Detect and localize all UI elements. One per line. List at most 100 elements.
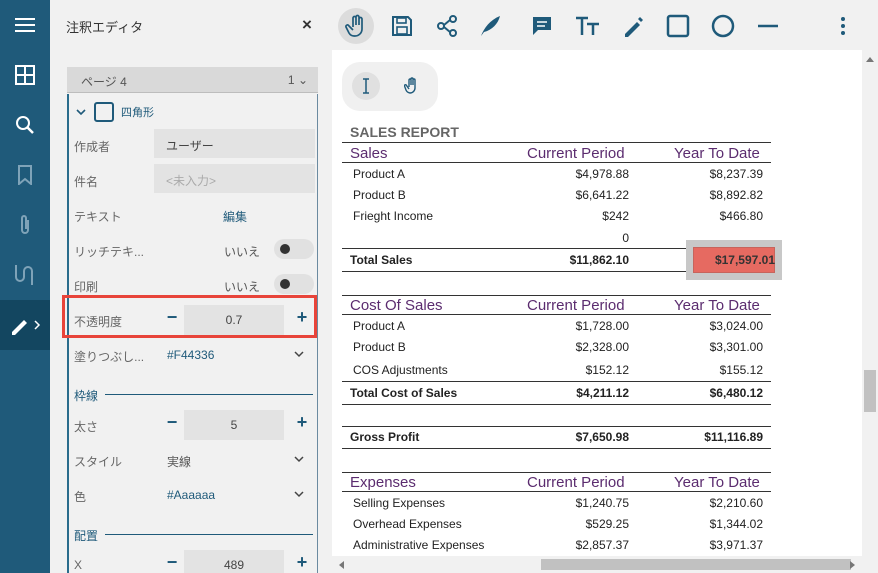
total-cos-current: $4,211.12 [576,386,629,400]
table-rule [342,162,771,163]
row-label: Frieght Income [353,209,434,223]
x-stepper: − 489 + [154,550,315,573]
print-toggle[interactable] [274,274,314,294]
row-label: Product A [353,319,406,333]
horizontal-scrollbar[interactable] [332,556,862,573]
save-icon[interactable] [384,8,420,44]
cos-header: Cost Of Sales [350,297,443,314]
hand-pan-icon[interactable] [398,72,426,100]
page-selector-label: ページ 4 [81,75,127,89]
circle-tool-icon[interactable] [705,8,741,44]
placement-section-header: 配置 [74,529,99,543]
width-increment-button[interactable]: + [292,412,312,433]
row-ytd: $466.80 [719,209,763,223]
attachment-icon[interactable] [0,200,50,250]
thumbnails-icon[interactable] [0,50,50,100]
text-select-icon[interactable] [352,72,380,100]
border-style-select[interactable]: 実線 [167,453,191,470]
x-input[interactable]: 489 [184,550,284,573]
annotation-editor-panel: 注釈エディタ × ページ 4 1 ⌄ 四角形 作成者 ユーザー 件名 <未入力>… [50,0,332,573]
table-rule [342,404,771,405]
document-viewer: SALES REPORT Sales Current Period Year T… [332,50,862,556]
annotation-edit-icon[interactable] [0,300,50,350]
scroll-right-icon [850,561,855,569]
menu-icon[interactable] [0,0,50,50]
richtext-value: いいえ [224,245,261,259]
rectangle-annotation[interactable]: $17,597.01 [686,240,782,280]
total-sales-ytd: $17,597.01 [714,253,775,267]
page-selector[interactable]: ページ 4 1 ⌄ [67,67,318,93]
row-label: COS Adjustments [353,363,448,377]
subject-field[interactable]: <未入力> [154,164,315,193]
chevron-down-icon [294,351,304,358]
x-label: X [74,558,83,572]
text-edit-link[interactable]: 編集 [223,208,247,225]
total-sales-current: $11,862.10 [569,253,629,267]
row-ytd: $3,971.37 [709,538,763,552]
author-field[interactable]: ユーザー [154,129,315,158]
row-ytd: $155.12 [719,363,763,377]
search-icon[interactable] [0,100,50,150]
total-cos-label: Total Cost of Sales [350,386,458,400]
annotation-node[interactable]: 四角形 [75,97,154,127]
gross-profit-current: $7,650.98 [575,430,629,444]
more-options-icon[interactable] [825,8,861,44]
table-rule [342,491,771,492]
x-increment-button[interactable]: + [292,552,312,573]
share-icon[interactable] [429,8,465,44]
sales-header: Sales [350,145,388,162]
col-ytd-header: Year To Date [674,145,760,162]
col-current-header: Current Period [527,474,625,491]
gross-profit-label: Gross Profit [350,430,420,444]
table-rule [342,426,771,427]
vertical-scroll-thumb[interactable] [864,370,876,412]
mode-switcher [342,62,438,111]
border-color-select[interactable]: #Aaaaaa [167,488,215,502]
top-toolbar [332,0,878,50]
vertical-scrollbar[interactable] [862,50,878,556]
fill-color-select[interactable]: #F44336 [167,348,214,362]
row-current: $1,728.00 [575,319,629,333]
subject-label: 件名 [74,175,99,189]
rectangle-icon [94,102,114,122]
row-current: $152.12 [585,363,629,377]
width-input[interactable]: 5 [184,410,284,440]
row-ytd: $1,344.02 [709,517,763,531]
x-decrement-button[interactable]: − [162,552,182,573]
horizontal-scroll-thumb[interactable] [541,559,851,570]
scroll-left-icon [339,561,344,569]
ink-icon[interactable] [472,8,508,44]
row-label: Product B [353,188,406,202]
row-ytd: $3,024.00 [709,319,763,333]
bookmark-icon[interactable] [0,150,50,200]
table-rule [342,314,771,315]
print-value: いいえ [224,280,261,294]
text-tool-icon[interactable] [570,8,606,44]
row-ytd: $8,892.82 [709,188,763,202]
line-tool-icon[interactable] [750,8,786,44]
row-label: Product B [353,340,406,354]
row-ytd: $3,301.00 [709,340,763,354]
author-label: 作成者 [74,140,111,154]
section-divider [105,394,313,395]
row-ytd: $2,210.60 [709,496,763,510]
scrollbar-corner [862,556,878,573]
chevron-down-icon [76,109,86,116]
panel-title: 注釈エディタ [66,20,144,35]
pen-icon[interactable] [615,8,651,44]
panel-header: 注釈エディタ × [50,0,332,50]
left-rail [0,0,50,573]
signature-icon[interactable] [0,250,50,300]
comment-icon[interactable] [524,8,560,44]
border-width-stepper: − 5 + [154,410,315,440]
border-section-header: 枠線 [74,389,99,403]
close-icon[interactable]: × [302,15,312,35]
chevron-down-icon [294,491,304,498]
row-current: 0 [622,231,629,245]
pan-tool-icon[interactable] [338,8,374,44]
width-decrement-button[interactable]: − [162,412,182,433]
section-divider [105,534,313,535]
chevron-down-icon: ⌄ [297,73,308,87]
richtext-toggle[interactable] [274,239,314,259]
rectangle-tool-icon[interactable] [660,8,696,44]
